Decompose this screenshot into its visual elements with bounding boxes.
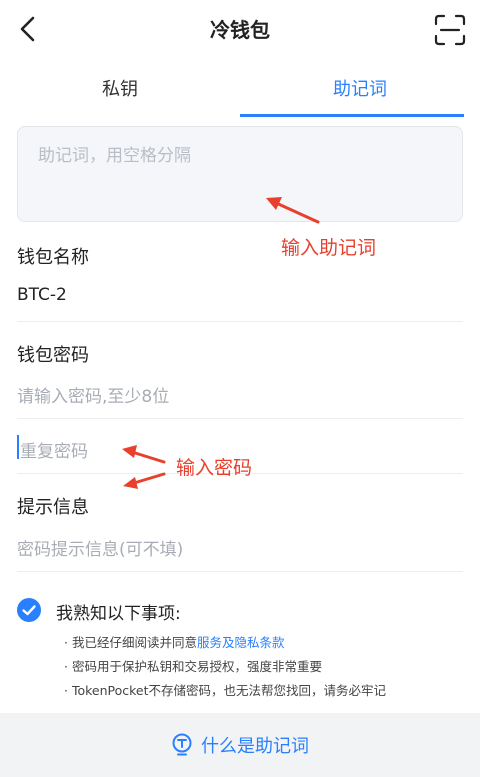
checkmark-icon	[22, 605, 36, 616]
repeat-password-input[interactable]: 重复密码	[20, 437, 88, 462]
tab-private-key[interactable]: 私钥	[0, 62, 240, 118]
annotation-arrow-icon	[266, 197, 320, 224]
hint-info-input[interactable]: 密码提示信息(可不填)	[17, 535, 183, 560]
scan-button[interactable]	[434, 14, 466, 46]
active-tab-indicator	[240, 114, 464, 117]
tab-bar: 私钥 助记词	[0, 62, 480, 118]
agreement-note-2: · 密码用于保护私钥和交易授权，强度非常重要	[64, 659, 322, 674]
mnemonic-input[interactable]: 助记词，用空格分隔	[17, 126, 463, 222]
page-title: 冷钱包	[210, 18, 270, 42]
annotation-password: 输入密码	[176, 457, 253, 479]
wallet-name-input[interactable]: BTC-2	[17, 285, 67, 305]
privacy-terms-link[interactable]: 服务及隐私条款	[197, 635, 285, 650]
agreement-checkbox[interactable]	[17, 598, 41, 622]
tab-mnemonic[interactable]: 助记词	[240, 62, 480, 118]
what-is-mnemonic-label: 什么是助记词	[201, 736, 309, 757]
divider	[17, 418, 463, 419]
chevron-left-icon	[20, 16, 35, 42]
agreement-title: 我熟知以下事项:	[56, 604, 181, 624]
scan-icon	[434, 14, 466, 46]
divider	[17, 321, 463, 322]
annotation-mnemonic: 输入助记词	[281, 237, 377, 259]
agreement-note-1-text: · 我已经仔细阅读并同意	[64, 635, 197, 650]
back-button[interactable]	[14, 14, 44, 44]
mnemonic-placeholder: 助记词，用空格分隔	[38, 146, 191, 166]
header: 冷钱包	[0, 0, 480, 60]
divider	[17, 571, 463, 572]
text-cursor	[17, 435, 19, 459]
agreement-note-1: · 我已经仔细阅读并同意服务及隐私条款	[64, 632, 284, 651]
annotation-arrow-icon	[122, 445, 166, 489]
what-is-mnemonic-button[interactable]: 什么是助记词	[0, 713, 480, 777]
hint-info-label: 提示信息	[17, 497, 89, 518]
bulb-icon	[172, 733, 192, 756]
wallet-password-input[interactable]: 请输入密码,至少8位	[17, 382, 169, 407]
agreement-note-3: · TokenPocket不存储密码，也无法帮您找回，请务必牢记	[64, 683, 387, 698]
wallet-name-label: 钱包名称	[17, 247, 89, 268]
wallet-password-label: 钱包密码	[17, 345, 89, 366]
footer-content: 什么是助记词	[0, 713, 480, 777]
